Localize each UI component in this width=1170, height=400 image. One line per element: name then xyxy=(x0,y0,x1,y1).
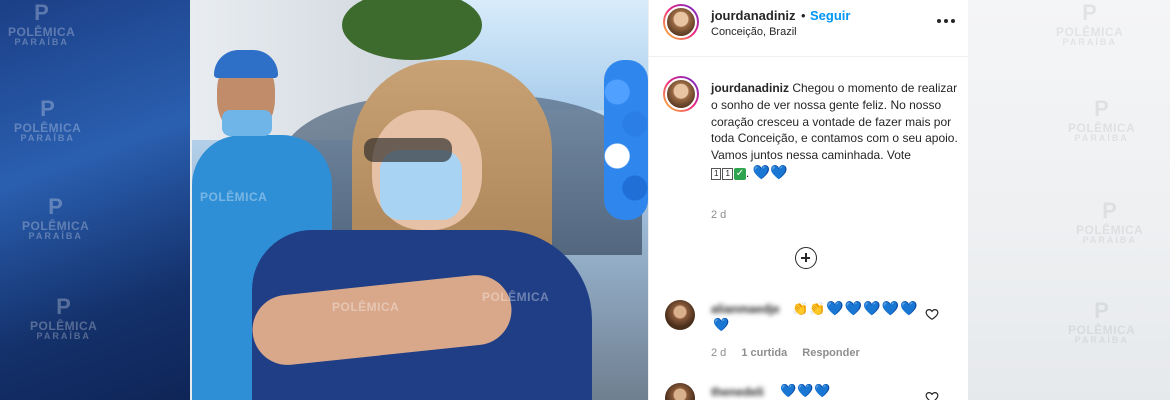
right-blurred-background: P POLÊMICA PARAÍBA P POLÊMICA PARAÍBA P POLÊM… xyxy=(968,0,1170,400)
watermark-logo: P POLÊMICA PARAÍBA xyxy=(1076,198,1144,245)
vote-digit-box: 1 xyxy=(722,167,733,180)
caption-avatar[interactable] xyxy=(663,76,699,112)
header-username[interactable]: jourdanadiniz xyxy=(711,8,796,23)
watermark-logo: P POLÊMICA PARAÍBA xyxy=(14,96,82,143)
post-caption: jourdanadiniz Chegou o momento de realiz… xyxy=(711,81,958,180)
watermark-logo: P POLÊMICA PARAÍBA xyxy=(1056,0,1124,47)
watermark-logo: P POLÊMICA PARAÍBA xyxy=(30,294,98,341)
caption-username[interactable]: jourdanadiniz xyxy=(711,81,789,95)
location-link[interactable]: Conceição, Brazil xyxy=(711,26,797,38)
heart-outline-icon[interactable] xyxy=(925,390,939,400)
profile-avatar[interactable] xyxy=(663,4,699,40)
watermark-logo: P POLÊMICA PARAÍBA xyxy=(1068,96,1136,143)
blue-heart-icons: 💙💙 xyxy=(752,163,788,180)
comment-avatar[interactable] xyxy=(665,300,695,330)
watermark-logo: P POLÊMICA PARAÍBA xyxy=(8,0,76,47)
watermark-logo: P POLÊMICA PARAÍBA xyxy=(1068,298,1136,345)
follow-button[interactable]: Seguir xyxy=(810,8,850,23)
caption-timestamp: 2 d xyxy=(711,209,727,221)
comment-username[interactable]: alianmaedje xyxy=(711,302,780,316)
vote-digit-box: 1 xyxy=(711,167,722,180)
check-mark-icon: ✓ xyxy=(733,167,746,180)
reply-button[interactable]: Responder xyxy=(802,347,859,359)
photo-watermark: POLÊMICA xyxy=(200,190,268,204)
post-header: jourdanadiniz • Seguir Conceição, Brazil xyxy=(649,0,968,57)
photo-watermark: POLÊMICA xyxy=(332,300,400,314)
plus-circle-icon[interactable] xyxy=(795,247,817,269)
post-panel: jourdanadiniz • Seguir Conceição, Brazil… xyxy=(648,0,968,400)
blue-heart-icons: 💙💙💙💙💙 xyxy=(826,300,919,316)
watermark-logo: P POLÊMICA PARAÍBA xyxy=(22,194,90,241)
post-photo: POLÊMICA POLÊMICA POLÊMICA xyxy=(192,0,648,400)
comment-username[interactable]: thenedeli xyxy=(711,385,764,399)
comment-emojis: 👏👏💙💙💙💙💙 xyxy=(792,300,919,317)
left-blurred-background: P POLÊMICA PARAÍBA P POLÊMICA PARAÍBA P POLÊM… xyxy=(0,0,190,400)
balloons xyxy=(604,60,648,220)
clap-icons: 👏👏 xyxy=(792,301,827,316)
photo-watermark: POLÊMICA xyxy=(482,290,550,304)
more-options-icon[interactable] xyxy=(937,13,957,29)
blue-heart-icons: 💙💙💙 xyxy=(780,383,832,398)
heart-outline-icon[interactable] xyxy=(925,307,939,321)
separator-dot: • xyxy=(801,8,806,23)
blue-heart-icon: 💙 xyxy=(713,317,731,332)
comment-likes[interactable]: 1 curtida xyxy=(741,347,787,359)
comment-timestamp: 2 d xyxy=(711,347,727,359)
comment-avatar[interactable] xyxy=(665,383,695,400)
comment-meta: 2 d 1 curtida Responder xyxy=(711,347,872,359)
